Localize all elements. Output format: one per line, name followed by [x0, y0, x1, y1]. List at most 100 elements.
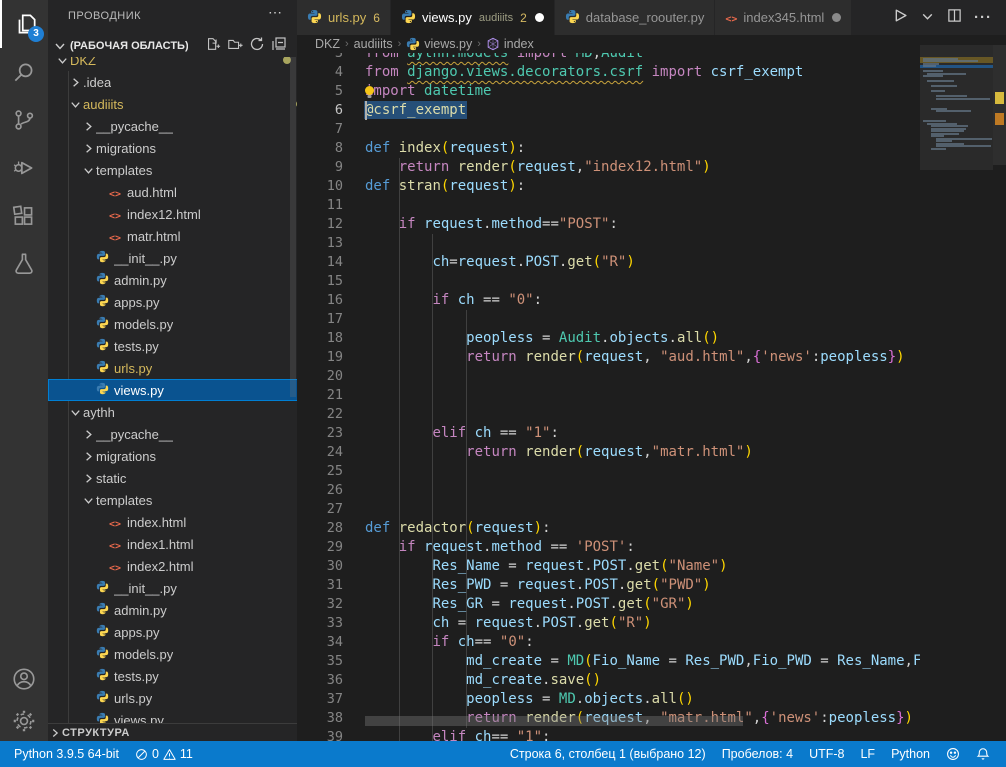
code-line-29[interactable]: 29 if request.method == 'POST': — [297, 538, 920, 557]
vertical-scrollbar[interactable] — [993, 45, 1006, 165]
activity-testing-button[interactable] — [0, 240, 48, 288]
breadcrumb-item-DKZ[interactable]: DKZ — [315, 37, 340, 51]
code-line-33[interactable]: 33 ch = request.POST.get("R") — [297, 614, 920, 633]
status-python-interpreter[interactable]: Python 3.9.5 64-bit — [6, 741, 127, 767]
activity-extensions-button[interactable] — [0, 192, 48, 240]
code-line-32[interactable]: 32 Res_GR = request.POST.get("GR") — [297, 595, 920, 614]
dirty-indicator-icon[interactable] — [832, 13, 841, 22]
tree-item-apps-py[interactable]: apps.py — [48, 621, 297, 643]
code-line-15[interactable]: 15 — [297, 272, 920, 291]
code-line-23[interactable]: 23 elif ch == "1": — [297, 424, 920, 443]
code-line-18[interactable]: 18 peopless = Audit.objects.all() — [297, 329, 920, 348]
activity-run-debug-button[interactable] — [0, 144, 48, 192]
tree-item-views-py[interactable]: views.py — [48, 709, 297, 723]
tree-item-admin-py[interactable]: admin.py — [48, 269, 297, 291]
code-line-12[interactable]: 12 if request.method=="POST": — [297, 215, 920, 234]
status-cursor-position[interactable]: Строка 6, столбец 1 (выбрано 12) — [502, 741, 714, 767]
horizontal-scrollbar[interactable] — [365, 716, 743, 726]
activity-search-button[interactable] — [0, 48, 48, 96]
lightbulb-icon[interactable] — [363, 85, 376, 104]
split-editor-button[interactable] — [947, 8, 962, 28]
tree-item-migrations[interactable]: migrations — [48, 445, 297, 467]
code-line-20[interactable]: 20 — [297, 367, 920, 386]
tree-item-models-py[interactable]: models.py — [48, 643, 297, 665]
code-line-10[interactable]: 10def stran(request): — [297, 177, 920, 196]
tree-item-index-html[interactable]: <>index.html — [48, 511, 297, 533]
status-feedback[interactable] — [938, 741, 968, 767]
tree-item-models-py[interactable]: models.py — [48, 313, 297, 335]
code-line-4[interactable]: 4from django.views.decorators.csrf impor… — [297, 63, 920, 82]
tree-item--pycache-[interactable]: __pycache__ — [48, 423, 297, 445]
code-line-3[interactable]: 3from aythh.models import MD,Audit — [297, 53, 920, 63]
tree-item-index2-html[interactable]: <>index2.html — [48, 555, 297, 577]
code-line-6[interactable]: 6@csrf_exempt — [297, 101, 920, 120]
tree-item-views-py[interactable]: views.py2 — [48, 379, 297, 401]
code-line-14[interactable]: 14 ch=request.POST.get("R") — [297, 253, 920, 272]
refresh-button[interactable] — [249, 36, 265, 57]
code-line-16[interactable]: 16 if ch == "0": — [297, 291, 920, 310]
tab-index345-html[interactable]: <>index345.html — [715, 0, 852, 35]
code-line-17[interactable]: 17 — [297, 310, 920, 329]
tree-item-apps-py[interactable]: apps.py — [48, 291, 297, 313]
tree-item-aud-html[interactable]: <>aud.html — [48, 181, 297, 203]
code-line-21[interactable]: 21 — [297, 386, 920, 405]
code-line-37[interactable]: 37 peopless = MD.objects.all() — [297, 690, 920, 709]
workspace-section-header[interactable]: (РАБОЧАЯ ОБЛАСТЬ) ... — [48, 35, 297, 57]
activity-explorer-button[interactable]: 3 — [0, 0, 50, 48]
breadcrumb-item-audiiits[interactable]: audiiits — [354, 37, 393, 51]
more-actions-button[interactable]: ··· — [974, 9, 992, 27]
tab-views-py[interactable]: views.pyaudiiits2 — [391, 0, 555, 35]
sidebar-scrollbar[interactable] — [290, 57, 296, 397]
tree-item-urls-py[interactable]: urls.py — [48, 687, 297, 709]
code-line-13[interactable]: 13 — [297, 234, 920, 253]
code-line-26[interactable]: 26 — [297, 481, 920, 500]
new-file-button[interactable] — [205, 36, 221, 57]
code-line-25[interactable]: 25 — [297, 462, 920, 481]
tree-item--idea[interactable]: .idea — [48, 71, 297, 93]
tree-item-DKZ[interactable]: DKZ — [48, 57, 297, 71]
run-dropdown-button[interactable] — [920, 8, 935, 28]
status-eol[interactable]: LF — [852, 741, 883, 767]
code-line-7[interactable]: 7 — [297, 120, 920, 139]
breadcrumb-item-index[interactable]: index — [486, 37, 534, 51]
tree-item--init-py[interactable]: __init__.py — [48, 247, 297, 269]
overview-ruler[interactable] — [993, 35, 1006, 741]
tab-urls-py[interactable]: urls.py6 — [297, 0, 391, 35]
code-line-5[interactable]: 5import datetime — [297, 82, 920, 101]
tree-item-migrations[interactable]: migrations — [48, 137, 297, 159]
tree-item--init-py[interactable]: __init__.py — [48, 577, 297, 599]
code-line-31[interactable]: 31 Res_PWD = request.POST.get("PWD") — [297, 576, 920, 595]
code-line-8[interactable]: 8def index(request): — [297, 139, 920, 158]
new-folder-button[interactable] — [227, 36, 243, 57]
tab-database-roouter-py[interactable]: database_roouter.py — [555, 0, 716, 35]
sidebar-more-actions-icon[interactable]: ⋯ — [268, 4, 283, 21]
tree-item-tests-py[interactable]: tests.py — [48, 665, 297, 687]
breadcrumb-item-views-py[interactable]: views.py — [406, 37, 472, 51]
code-line-28[interactable]: 28def redactor(request): — [297, 519, 920, 538]
collapse-all-button[interactable] — [271, 36, 287, 57]
code-line-19[interactable]: 19 return render(request, "aud.html",{'n… — [297, 348, 920, 367]
run-button[interactable] — [891, 7, 908, 29]
code-line-34[interactable]: 34 if ch== "0": — [297, 633, 920, 652]
code-line-24[interactable]: 24 return render(request,"matr.html") — [297, 443, 920, 462]
tree-item-admin-py[interactable]: admin.py — [48, 599, 297, 621]
activity-source-control-button[interactable] — [0, 96, 48, 144]
outline-section-header[interactable]: СТРУКТУРА — [48, 723, 297, 741]
tree-item-audiiits[interactable]: audiiits — [48, 93, 297, 115]
code-line-36[interactable]: 36 md_create.save() — [297, 671, 920, 690]
status-language-mode[interactable]: Python — [883, 741, 938, 767]
code-line-27[interactable]: 27 — [297, 500, 920, 519]
code-line-11[interactable]: 11 — [297, 196, 920, 215]
tree-item-templates[interactable]: templates — [48, 489, 297, 511]
tree-item-matr-html[interactable]: <>matr.html — [48, 225, 297, 247]
code-editor[interactable]: 3from aythh.models import MD,Audit4from … — [297, 53, 920, 741]
minimap[interactable] — [920, 35, 993, 741]
tree-item--pycache-[interactable]: __pycache__ — [48, 115, 297, 137]
tree-item-index12-html[interactable]: <>index12.html — [48, 203, 297, 225]
tree-item-tests-py[interactable]: tests.py — [48, 335, 297, 357]
tree-item-urls-py[interactable]: urls.py6 — [48, 357, 297, 379]
tree-item-index1-html[interactable]: <>index1.html — [48, 533, 297, 555]
status-problems[interactable]: 011 — [127, 741, 201, 767]
code-line-39[interactable]: 39 elif ch== "1": — [297, 728, 920, 741]
minimap-slider[interactable] — [920, 45, 993, 170]
